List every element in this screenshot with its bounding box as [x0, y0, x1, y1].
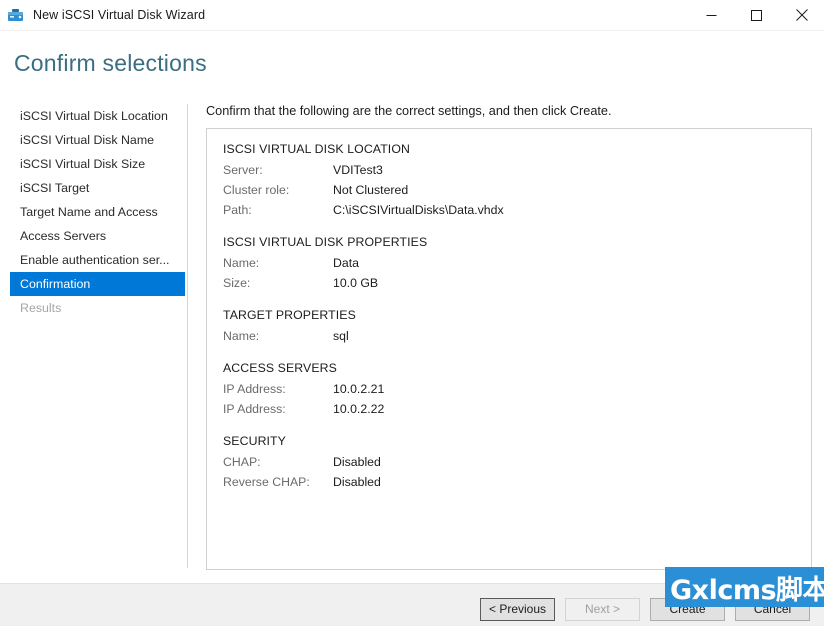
sidebar-item-iscsi-virtual-disk-location[interactable]: iSCSI Virtual Disk Location	[0, 104, 185, 128]
row-label: IP Address:	[223, 382, 286, 396]
section-title: TARGET PROPERTIES	[223, 308, 356, 322]
row-value: VDITest3	[333, 163, 383, 177]
row-label: Name:	[223, 329, 260, 343]
row-label: Cluster role:	[223, 183, 290, 197]
instruction-text: Confirm that the following are the corre…	[206, 104, 612, 118]
section-title: ISCSI VIRTUAL DISK PROPERTIES	[223, 235, 428, 249]
iscsi-disk-icon	[7, 6, 25, 24]
main-content: Confirm that the following are the corre…	[206, 104, 812, 570]
summary-row: IP Address: 10.0.2.22	[223, 399, 811, 419]
row-label: IP Address:	[223, 402, 286, 416]
sidebar-divider	[187, 104, 188, 568]
row-value: C:\iSCSIVirtualDisks\Data.vhdx	[333, 203, 504, 217]
summary-row: Size: 10.0 GB	[223, 273, 811, 293]
row-label: Reverse CHAP:	[223, 475, 310, 489]
row-value: Disabled	[333, 475, 381, 489]
maximize-button[interactable]	[734, 0, 779, 30]
sidebar-item-results: Results	[20, 301, 62, 315]
sidebar-item-iscsi-virtual-disk-name[interactable]: iSCSI Virtual Disk Name	[0, 128, 185, 152]
wizard-step-list: iSCSI Virtual Disk Location iSCSI Virtual…	[0, 104, 187, 320]
sidebar-item-iscsi-virtual-disk-size[interactable]: iSCSI Virtual Disk Size	[0, 152, 185, 176]
summary-section: ISCSI VIRTUAL DISK LOCATION Server: VDITes…	[223, 142, 811, 220]
row-value: 10.0 GB	[333, 276, 379, 290]
summary-row: Reverse CHAP: Disabled	[223, 472, 811, 492]
summary-row: Name: sql	[223, 326, 811, 346]
row-value: Data	[333, 256, 359, 270]
watermark-text: Gxlcms脚本	[670, 574, 824, 606]
section-title: ACCESS SERVERS	[223, 361, 337, 375]
close-button[interactable]	[779, 0, 824, 30]
row-value: Disabled	[333, 455, 381, 469]
page-title: Confirm selections	[14, 50, 207, 76]
title-bar: New iSCSI Virtual Disk Wizard	[0, 0, 824, 30]
summary-row: IP Address: 10.0.2.21	[223, 379, 811, 399]
summary-panel: ISCSI VIRTUAL DISK LOCATION Server: VDITes…	[206, 128, 812, 570]
row-value: 10.0.2.21	[333, 382, 385, 396]
row-label: Size:	[223, 276, 251, 290]
summary-section: TARGET PROPERTIES Name: sql	[223, 308, 811, 346]
summary-row: Cluster role: Not Clustered	[223, 180, 811, 200]
summary-row: CHAP: Disabled	[223, 452, 811, 472]
row-label: CHAP:	[223, 455, 261, 469]
watermark-overlay: Gxlcms脚本	[665, 567, 824, 607]
summary-row: Server: VDITest3	[223, 160, 811, 180]
window-title: New iSCSI Virtual Disk Wizard	[33, 8, 206, 22]
row-label: Path:	[223, 203, 252, 217]
minimize-button[interactable]	[689, 0, 734, 30]
window-controls	[689, 0, 824, 30]
row-value: 10.0.2.22	[333, 402, 385, 416]
summary-row: Path: C:\iSCSIVirtualDisks\Data.vhdx	[223, 200, 811, 220]
sidebar-item-enable-authentication-ser[interactable]: Enable authentication ser...	[0, 248, 185, 272]
row-value: Not Clustered	[333, 183, 409, 197]
row-value: sql	[333, 329, 349, 343]
section-title: ISCSI VIRTUAL DISK LOCATION	[223, 142, 410, 156]
sidebar-item-target-name-and-access[interactable]: Target Name and Access	[0, 200, 185, 224]
row-label: Server:	[223, 163, 263, 177]
sidebar-item-iscsi-target[interactable]: iSCSI Target	[0, 176, 185, 200]
summary-section: SECURITY CHAP: Disabled Reverse CHAP: Disabl…	[223, 434, 811, 492]
row-label: Name:	[223, 256, 260, 270]
sidebar-item-confirmation[interactable]: Confirmation	[10, 272, 185, 296]
summary-section: ACCESS SERVERS IP Address: 10.0.2.21 IP Add…	[223, 361, 811, 419]
sidebar-item-access-servers[interactable]: Access Servers	[0, 224, 185, 248]
titlebar-separator	[0, 30, 824, 31]
summary-section: ISCSI VIRTUAL DISK PROPERTIES Name: Data Si…	[223, 235, 811, 293]
summary-row: Name: Data	[223, 253, 811, 273]
previous-button[interactable]: < Previous	[480, 598, 555, 621]
next-button: Next >	[565, 598, 640, 621]
section-title: SECURITY	[223, 434, 286, 448]
